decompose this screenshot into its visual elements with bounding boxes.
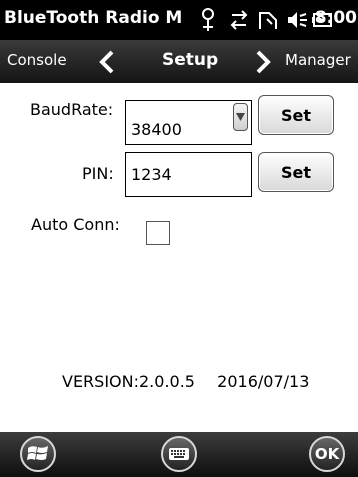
autoconn-label: Auto Conn: [31,215,120,234]
autoconn-checkbox[interactable] [146,221,170,245]
dropdown-arrow-button[interactable] [233,103,248,131]
start-button[interactable] [20,436,56,472]
app-title: BlueTooth Radio M [4,8,183,28]
page-title: Setup [162,50,219,70]
nav-prev-console[interactable]: Console [7,51,67,69]
baudrate-value: 38400 [131,120,182,139]
softkey-bar: OK [0,432,358,477]
pin-value: 1234 [131,165,172,184]
baudrate-label: BaudRate: [30,100,114,119]
signal-icon [202,8,214,31]
version-text: VERSION:2.0.0.5 [62,372,195,391]
pin-field[interactable]: 1234 [125,152,252,197]
set-baudrate-button[interactable]: Set [258,95,334,135]
data-transfer-icon [230,10,248,30]
nav-next-manager[interactable]: Manager [285,51,351,69]
keyboard-icon [169,448,189,460]
ok-button[interactable]: OK [309,436,345,472]
chevron-right-icon[interactable] [254,50,272,74]
volume-icon [288,12,307,28]
baudrate-select[interactable]: 38400 [125,100,252,145]
chevron-left-icon[interactable] [98,50,116,74]
set-pin-button[interactable]: Set [258,152,334,192]
status-bar: BlueTooth Radio M 8:00 [0,0,358,40]
connection-icon [259,12,277,29]
status-time: 8:00 [314,8,357,28]
windows-start-icon [27,446,48,460]
version-info: VERSION:2.0.0.5 2016/07/13 [62,372,309,391]
nav-bar: Console Setup Manager [0,40,358,83]
pin-label: PIN: [82,164,114,183]
build-date: 2016/07/13 [217,372,310,391]
keyboard-button[interactable] [161,436,197,472]
chevron-down-icon [236,113,245,121]
